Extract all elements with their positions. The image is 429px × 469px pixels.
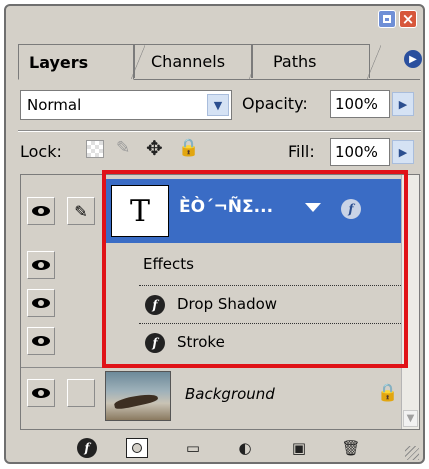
close-button[interactable]: × bbox=[399, 10, 417, 28]
chevron-down-icon[interactable]: ▼ bbox=[207, 94, 229, 116]
background-layer-name[interactable]: Background bbox=[185, 385, 275, 403]
new-layer-icon[interactable]: ▣ bbox=[288, 438, 310, 458]
fill-input[interactable]: 100% bbox=[330, 138, 390, 166]
trash-icon[interactable]: 🗑 bbox=[340, 438, 362, 458]
layers-bottom-toolbar: f ▭ ◐ ▣ 🗑 bbox=[18, 434, 421, 462]
blend-mode-select[interactable]: Normal ▼ bbox=[20, 90, 232, 120]
fill-label: Fill: bbox=[288, 142, 315, 161]
paintbrush-icon[interactable]: ✎ bbox=[67, 197, 95, 225]
background-thumbnail bbox=[105, 371, 171, 421]
palette-titlebar: × bbox=[6, 6, 423, 36]
tab-label: Layers bbox=[29, 52, 89, 72]
minimize-icon bbox=[383, 15, 391, 23]
opacity-value: 100% bbox=[335, 95, 378, 113]
fill-value: 100% bbox=[335, 143, 378, 161]
lock-all-icon[interactable]: 🔒 bbox=[178, 138, 199, 158]
opacity-label: Opacity: bbox=[242, 94, 308, 113]
fill-slider-button[interactable]: ▶ bbox=[392, 140, 414, 164]
opacity-input[interactable]: 100% bbox=[330, 90, 390, 118]
lock-brush-icon[interactable]: ✎ bbox=[116, 138, 130, 158]
lock-move-icon[interactable]: ✥ bbox=[146, 136, 163, 160]
visibility-eye-icon[interactable] bbox=[27, 197, 55, 225]
tab-label: Channels bbox=[151, 52, 226, 71]
tab-channels[interactable]: Channels bbox=[134, 44, 263, 79]
tab-label: Paths bbox=[273, 52, 317, 71]
new-group-folder-icon[interactable]: ▭ bbox=[182, 438, 204, 458]
lock-label: Lock: bbox=[20, 142, 62, 161]
visibility-eye-icon[interactable] bbox=[27, 379, 55, 407]
annotation-highlight-box bbox=[102, 170, 408, 368]
layers-palette: × Layers Channels Paths ▶ Normal ▼ Opaci… bbox=[4, 4, 425, 464]
add-mask-icon[interactable] bbox=[126, 438, 148, 458]
visibility-eye-icon[interactable] bbox=[27, 289, 55, 317]
resize-grip-icon[interactable] bbox=[405, 446, 419, 460]
lock-icon: 🔒 bbox=[377, 383, 399, 403]
opacity-slider-button[interactable]: ▶ bbox=[392, 92, 414, 116]
tab-layers[interactable]: Layers bbox=[18, 44, 145, 80]
adjustment-layer-icon[interactable]: ◐ bbox=[234, 438, 256, 458]
scroll-down-icon[interactable]: ▼ bbox=[403, 410, 418, 427]
visibility-eye-icon[interactable] bbox=[27, 327, 55, 355]
palette-menu-button[interactable]: ▶ bbox=[404, 50, 422, 68]
palette-tabs: Layers Channels Paths bbox=[18, 44, 398, 80]
link-cell[interactable] bbox=[67, 379, 95, 407]
play-arrow-icon: ▶ bbox=[409, 53, 417, 65]
lock-transparency-icon[interactable] bbox=[86, 140, 104, 158]
tab-paths[interactable]: Paths bbox=[252, 44, 381, 79]
blend-mode-value: Normal bbox=[27, 96, 82, 114]
add-layer-style-icon[interactable]: f bbox=[76, 438, 98, 458]
minimize-button[interactable] bbox=[378, 10, 396, 28]
visibility-eye-icon[interactable] bbox=[27, 251, 55, 279]
close-icon: × bbox=[401, 9, 415, 28]
